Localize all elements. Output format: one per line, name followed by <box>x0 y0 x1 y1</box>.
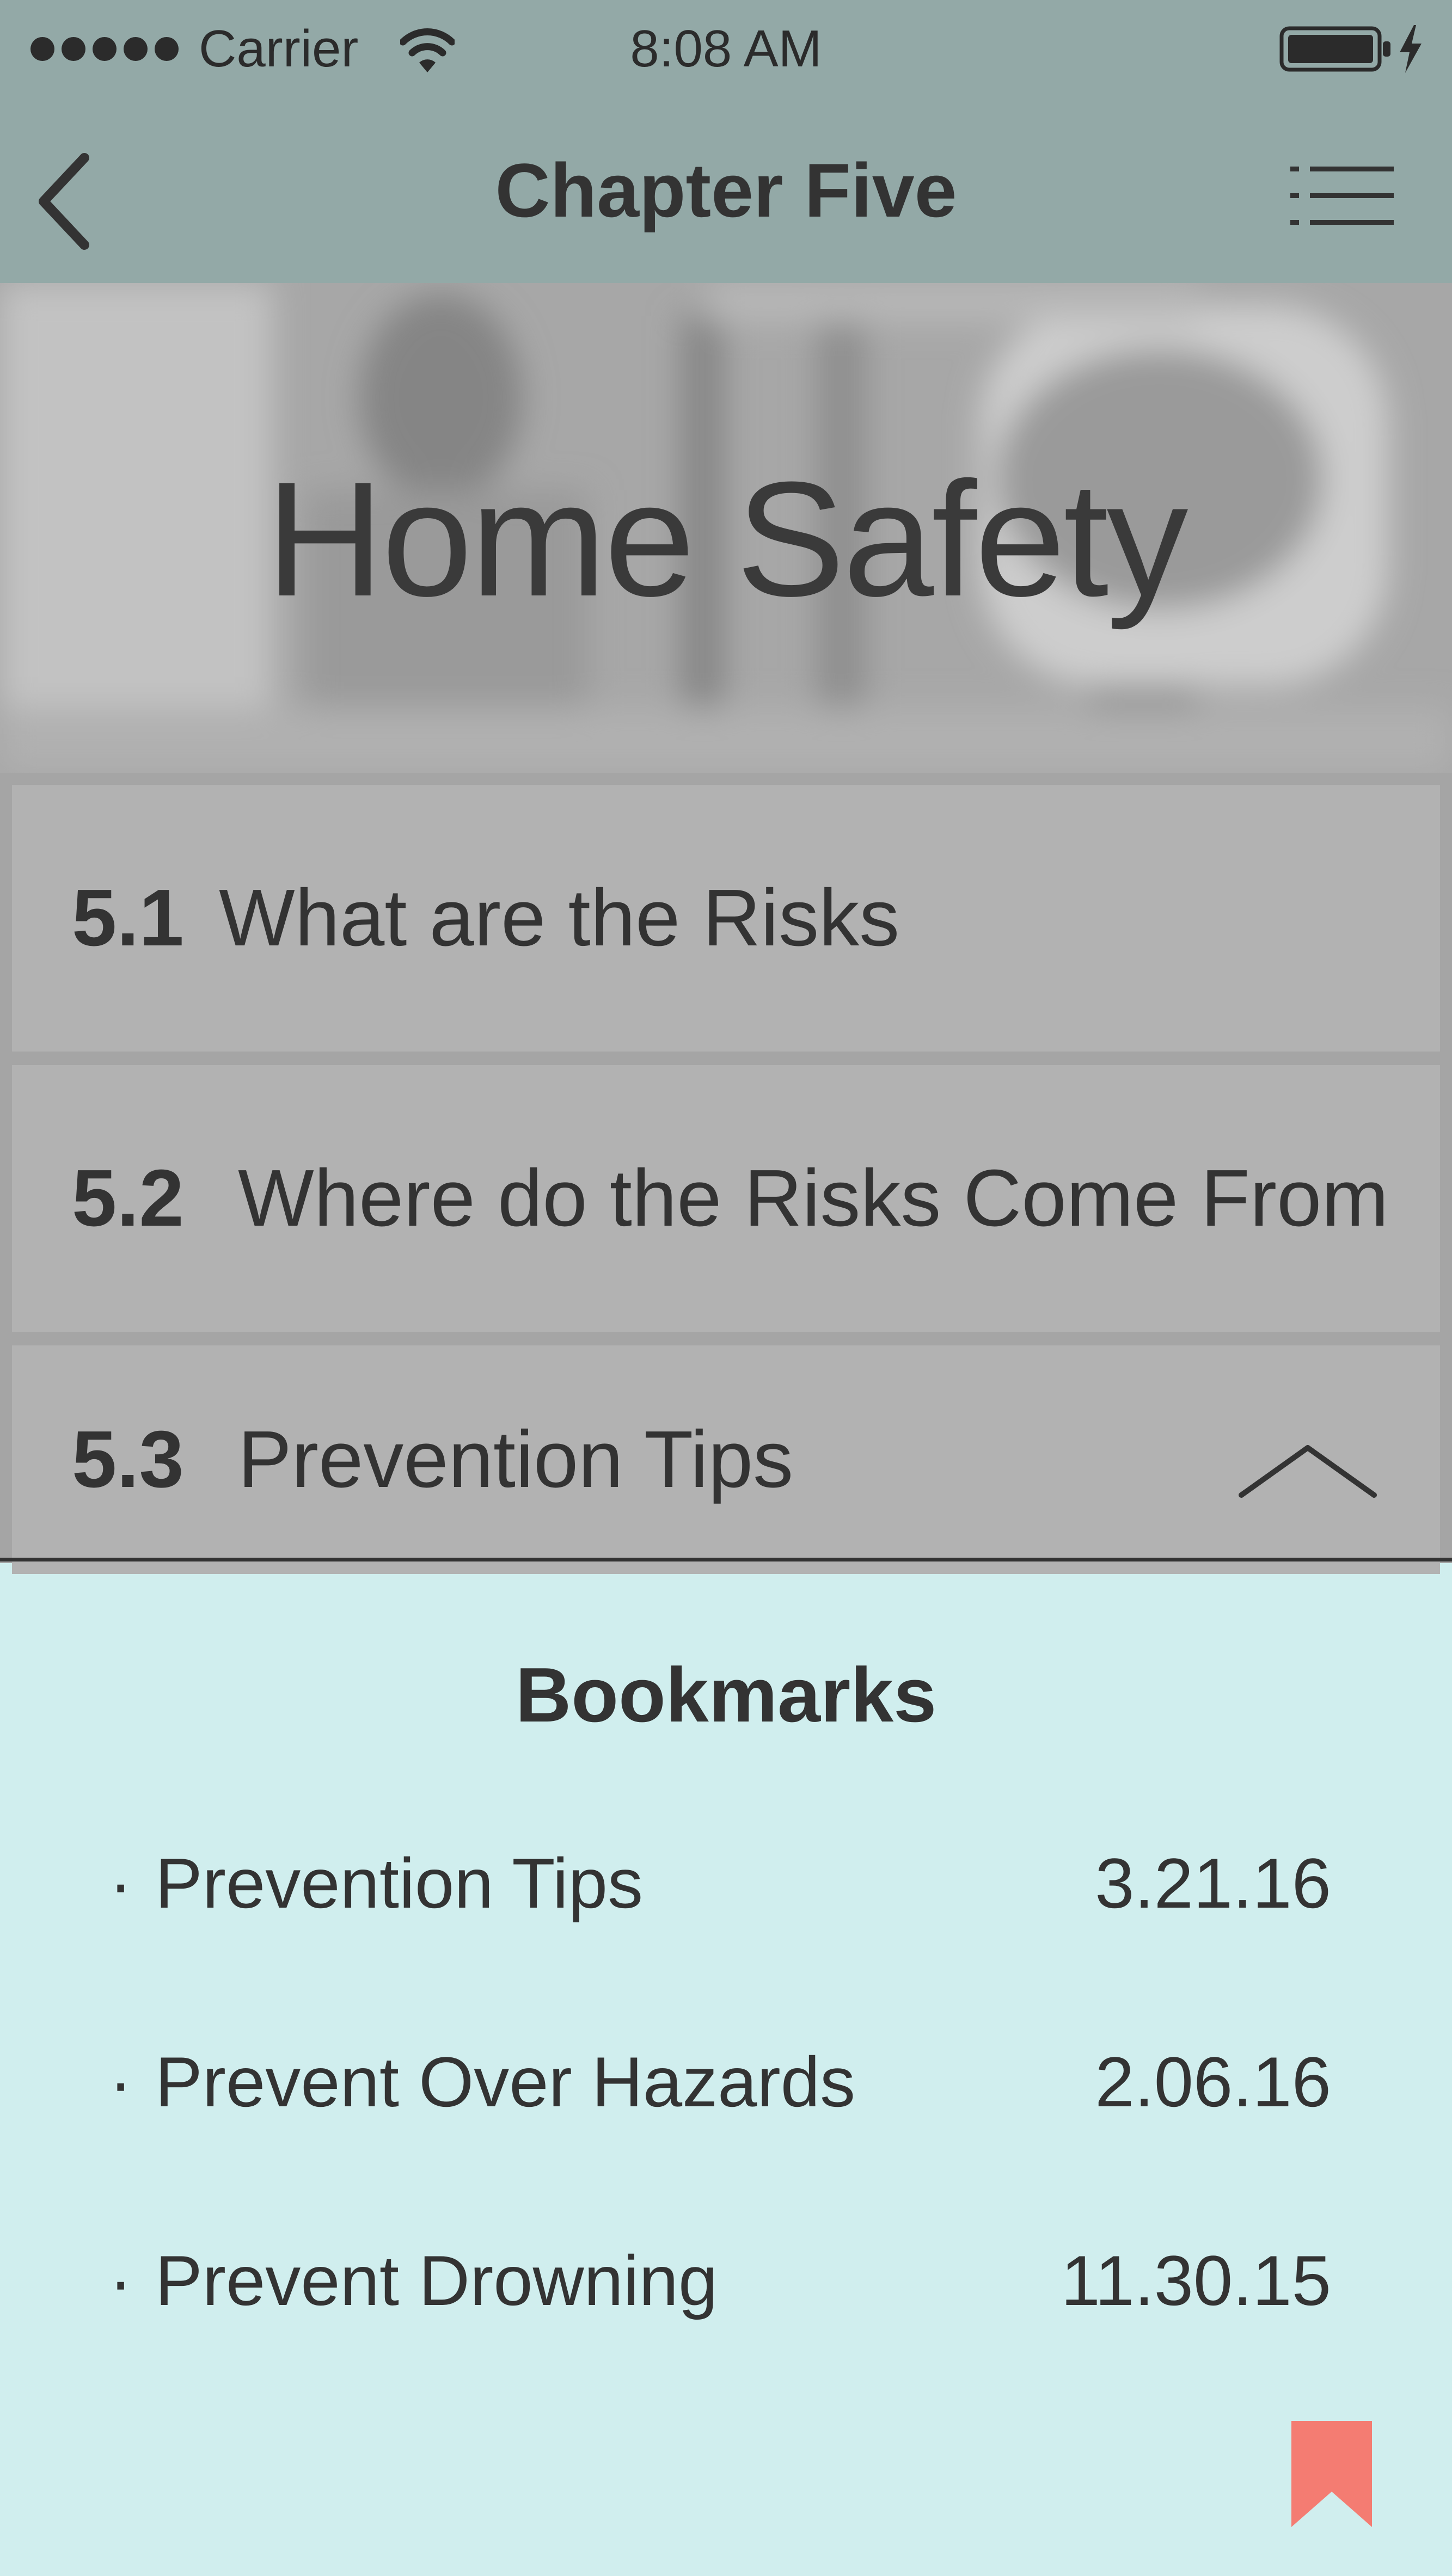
bullet: · <box>109 2042 133 2122</box>
navigation-bar: Chapter Five <box>0 98 1452 283</box>
chapter-sections-list: 5.1 What are the Risks 5.2 Where do the … <box>0 773 1452 1574</box>
section-row-5-2[interactable]: 5.2 Where do the Risks Come From <box>12 1065 1440 1332</box>
section-number: 5.3 <box>72 1415 184 1504</box>
bullet: · <box>109 1843 133 1923</box>
bookmarks-title: Bookmarks <box>515 1652 937 1738</box>
section-label: Where do the Risks Come From <box>238 1153 1389 1243</box>
section-number: 5.1 <box>72 873 184 963</box>
list-menu-icon[interactable] <box>1290 163 1394 229</box>
bookmark-date: 2.06.16 <box>1095 2042 1331 2122</box>
hero-image: Home Safety <box>0 283 1452 773</box>
bullet: · <box>109 2241 133 2320</box>
bolt-icon <box>1400 25 1422 73</box>
bookmark-item[interactable]: · Prevention Tips 3.21.16 <box>0 1834 1452 1932</box>
section-row-5-1[interactable]: 5.1 What are the Risks <box>12 785 1440 1052</box>
status-bar: Carrier 8:08 AM <box>0 0 1452 98</box>
bookmark-item[interactable]: · Prevent Drowning 11.30.15 <box>0 2231 1452 2329</box>
bookmark-icon[interactable] <box>1291 2421 1372 2527</box>
status-time: 8:08 AM <box>630 20 822 78</box>
panel-divider <box>0 1558 1452 1561</box>
section-number: 5.2 <box>72 1153 184 1243</box>
bookmark-date: 3.21.16 <box>1095 1843 1331 1923</box>
bookmark-title: Prevent Over Hazards <box>155 2042 856 2122</box>
chevron-up-icon[interactable] <box>1232 1438 1384 1503</box>
page-title: Chapter Five <box>495 147 957 233</box>
bookmark-item[interactable]: · Prevent Over Hazards 2.06.16 <box>0 2033 1452 2131</box>
battery-icon <box>1279 26 1390 72</box>
bookmark-title: Prevention Tips <box>155 1843 644 1923</box>
section-label: What are the Risks <box>219 873 900 963</box>
section-row-5-3[interactable]: 5.3 Prevention Tips <box>12 1345 1440 1574</box>
bookmark-date: 11.30.15 <box>1061 2241 1331 2320</box>
hero-title: Home Safety <box>266 447 1188 630</box>
bookmark-title: Prevent Drowning <box>155 2241 718 2320</box>
section-label: Prevention Tips <box>238 1415 794 1504</box>
